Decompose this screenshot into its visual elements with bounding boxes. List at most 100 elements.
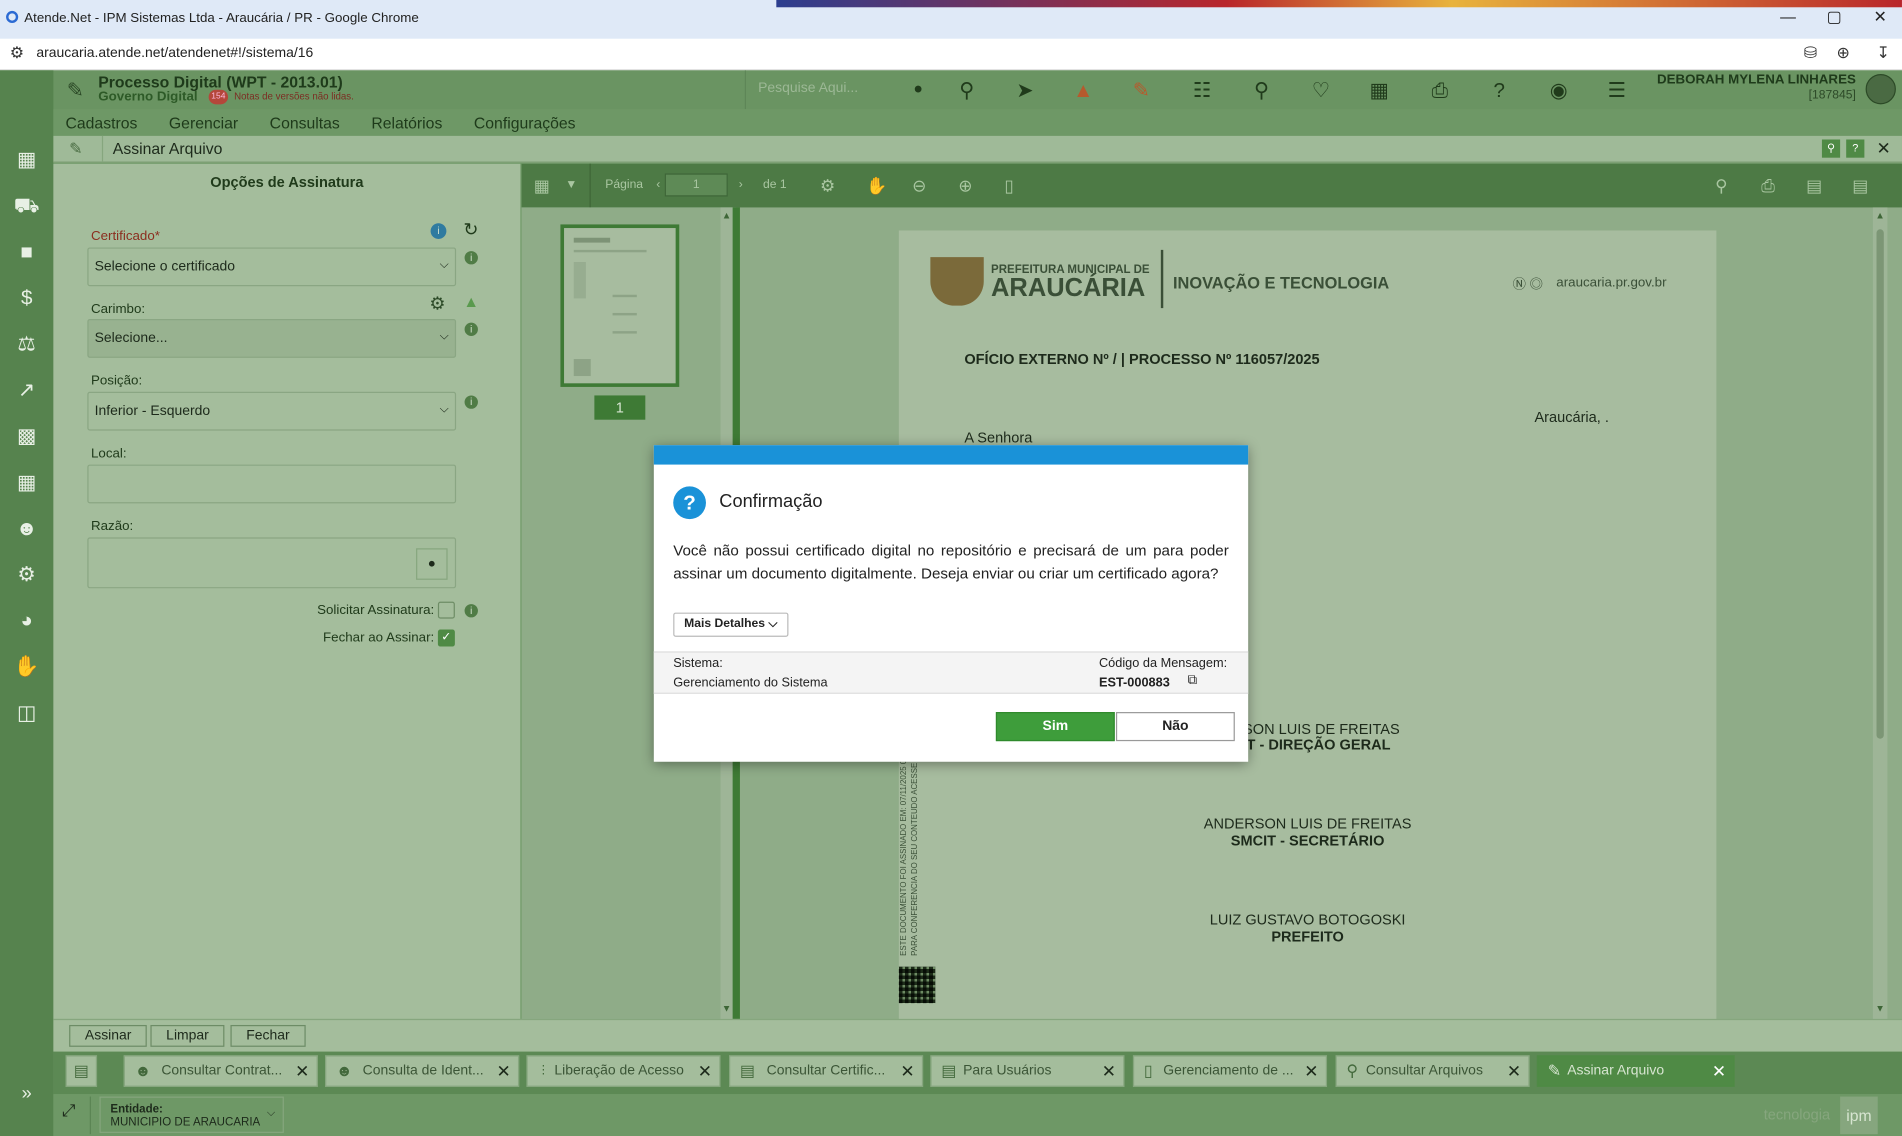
thumbnails-icon[interactable]: ▦ [534,176,550,197]
calculator-icon[interactable]: ▦ [13,147,40,174]
support-icon[interactable]: ◉ [1545,78,1572,105]
id-badge-icon[interactable]: ■ [13,239,40,266]
window-help-icon[interactable]: ? [1846,139,1865,158]
menu-icon[interactable]: ☰ [1604,78,1631,105]
sitemap-icon[interactable]: ☷ [1189,78,1216,105]
prev-page-icon[interactable]: ‹ [656,178,660,191]
rocket-icon[interactable]: ➤ [1012,78,1039,105]
address-bar[interactable]: ⚙ araucaria.atende.net/atendenet#!/siste… [0,38,1902,71]
url-text[interactable]: araucaria.atende.net/atendenet#!/sistema… [36,46,313,61]
upload-icon[interactable]: ▲ [1070,78,1097,105]
certificado-info-icon[interactable]: i [430,223,447,239]
local-input[interactable] [87,464,457,504]
hand-icon[interactable]: ✋ [13,654,40,681]
search-icon[interactable]: ⚲ [953,78,980,105]
task-close-icon[interactable]: ✕ [1712,1061,1726,1082]
voice-search-icon[interactable]: ● [913,79,923,97]
viewer-settings-icon[interactable]: ⚙ [820,176,835,197]
task-close-icon[interactable]: ✕ [900,1061,914,1082]
notes-label[interactable]: Notas de versões não lidas. [234,91,354,102]
building-icon[interactable]: ▩ [13,423,40,450]
certificado-help-icon[interactable]: i [464,251,478,265]
site-info-icon[interactable]: ⚙ [10,44,24,63]
install-app-icon[interactable]: ⛁ [1804,44,1817,63]
solicitar-info-icon[interactable]: i [464,604,478,618]
razao-textarea[interactable]: ● [87,537,457,589]
table-icon[interactable]: ▦ [13,469,40,496]
thumbnails-dropdown-icon[interactable]: ▼ [565,178,577,191]
task-close-icon[interactable]: ✕ [295,1061,309,1082]
fullscreen-icon[interactable]: ⤢ [62,1100,76,1121]
windows-list-icon[interactable]: ▤ [65,1055,98,1087]
pie-chart-icon[interactable]: ◕ [13,608,40,635]
task-tab[interactable]: ⚲ Consultar Arquivos ✕ [1335,1055,1530,1087]
pin-icon[interactable]: ▲ [463,292,479,310]
clipboard-icon[interactable]: ▦ [1366,78,1393,105]
microphone-icon[interactable]: ● [416,548,448,580]
task-close-icon[interactable]: ✕ [1304,1061,1318,1082]
stamp-settings-icon[interactable]: ⚙ [429,292,445,315]
task-close-icon[interactable]: ✕ [698,1061,712,1082]
zoom-icon[interactable]: ⊕ [1836,44,1849,63]
task-tab[interactable]: ▤ Para Usuários ✕ [930,1055,1125,1087]
minimize-icon[interactable]: — [1777,7,1799,29]
menu-relatorios[interactable]: Relatórios [371,113,442,131]
zoom-in-icon[interactable]: ⊕ [958,176,972,197]
search-box[interactable]: Pesquise Aqui... ● [744,70,939,110]
menu-configuracoes[interactable]: Configurações [474,113,576,131]
maximize-icon[interactable]: ▢ [1823,7,1845,29]
carimbo-select[interactable]: Selecione... ⌵ [87,319,457,358]
task-close-icon[interactable]: ✕ [1507,1061,1521,1082]
user-name[interactable]: DEBORAH MYLENA LINHARES [1638,73,1856,88]
menu-consultas[interactable]: Consultas [270,113,340,131]
menu-gerenciar[interactable]: Gerenciar [169,113,238,131]
download-pdf-icon[interactable]: ▤ [1806,176,1822,197]
viewer-print-icon[interactable]: ⎙ [1761,176,1775,197]
truck-icon[interactable]: ⛟ [13,193,40,220]
search-input[interactable]: Pesquise Aqui... [758,81,858,96]
close-window-icon[interactable]: ✕ [1869,7,1891,29]
avatar[interactable] [1865,73,1896,105]
search-document-icon[interactable]: ⚲ [1248,78,1275,105]
hand-tool-icon[interactable]: ✋ [866,176,887,197]
edit-document-icon[interactable]: ✎ [1128,78,1155,105]
fechar-button[interactable]: Fechar [230,1024,306,1047]
gear-icon[interactable]: ⚙ [13,562,40,589]
copy-icon[interactable]: ⧉ [1188,673,1198,689]
task-tab[interactable]: ⋮ Liberação de Acesso ✕ [526,1055,721,1087]
viewer-scrollbar[interactable]: ▲ ▼ [1872,207,1888,1019]
next-page-icon[interactable]: › [739,178,743,191]
user-gear-icon[interactable]: ☻ [13,516,40,543]
menu-cadastros[interactable]: Cadastros [66,113,138,131]
money-hand-icon[interactable]: $ [13,285,40,312]
more-details-button[interactable]: Mais Detalhes ⌵ [673,612,789,637]
task-tab[interactable]: ☻ Consulta de Ident... ✕ [325,1055,520,1087]
limpar-button[interactable]: Limpar [150,1024,225,1047]
task-tab[interactable]: ☻ Consultar Contrat... ✕ [123,1055,318,1087]
task-tab[interactable]: ▯ Gerenciamento de ... ✕ [1132,1055,1328,1087]
task-close-icon[interactable]: ✕ [496,1061,510,1082]
page-input[interactable]: 1 [664,173,728,197]
posicao-select[interactable]: Inferior - Esquerdo ⌵ [87,391,457,431]
window-search-icon[interactable]: ⚲ [1821,139,1841,158]
download-icon[interactable]: ↧ [1877,44,1890,63]
bell-icon[interactable]: ♡ [1308,78,1335,105]
yes-button[interactable]: Sim [995,712,1115,742]
chart-line-icon[interactable]: ↗ [13,377,40,404]
fit-page-icon[interactable]: ▯ [1004,176,1013,197]
no-button[interactable]: Não [1115,712,1235,742]
help-icon[interactable]: ? [1486,78,1513,105]
scale-icon[interactable]: ⚖ [13,331,40,358]
print-icon[interactable]: ⎙ [1426,78,1453,105]
task-close-icon[interactable]: ✕ [1102,1061,1116,1082]
window-close-icon[interactable]: ✕ [1877,138,1891,159]
page-thumbnail[interactable] [560,224,680,387]
zoom-out-icon[interactable]: ⊖ [912,176,926,197]
find-icon[interactable]: ⚲ [1715,176,1727,197]
certificado-select[interactable]: Selecione o certificado ⌵ [87,247,457,287]
entity-selector[interactable]: Entidade: MUNICIPIO DE ARAUCARIA ⌵ [99,1096,284,1133]
fechar-checkbox[interactable]: ✓ [437,629,455,647]
carimbo-info-icon[interactable]: i [464,322,478,337]
more-actions-icon[interactable]: ▤ [1852,176,1868,197]
assinar-button[interactable]: Assinar [69,1024,148,1047]
